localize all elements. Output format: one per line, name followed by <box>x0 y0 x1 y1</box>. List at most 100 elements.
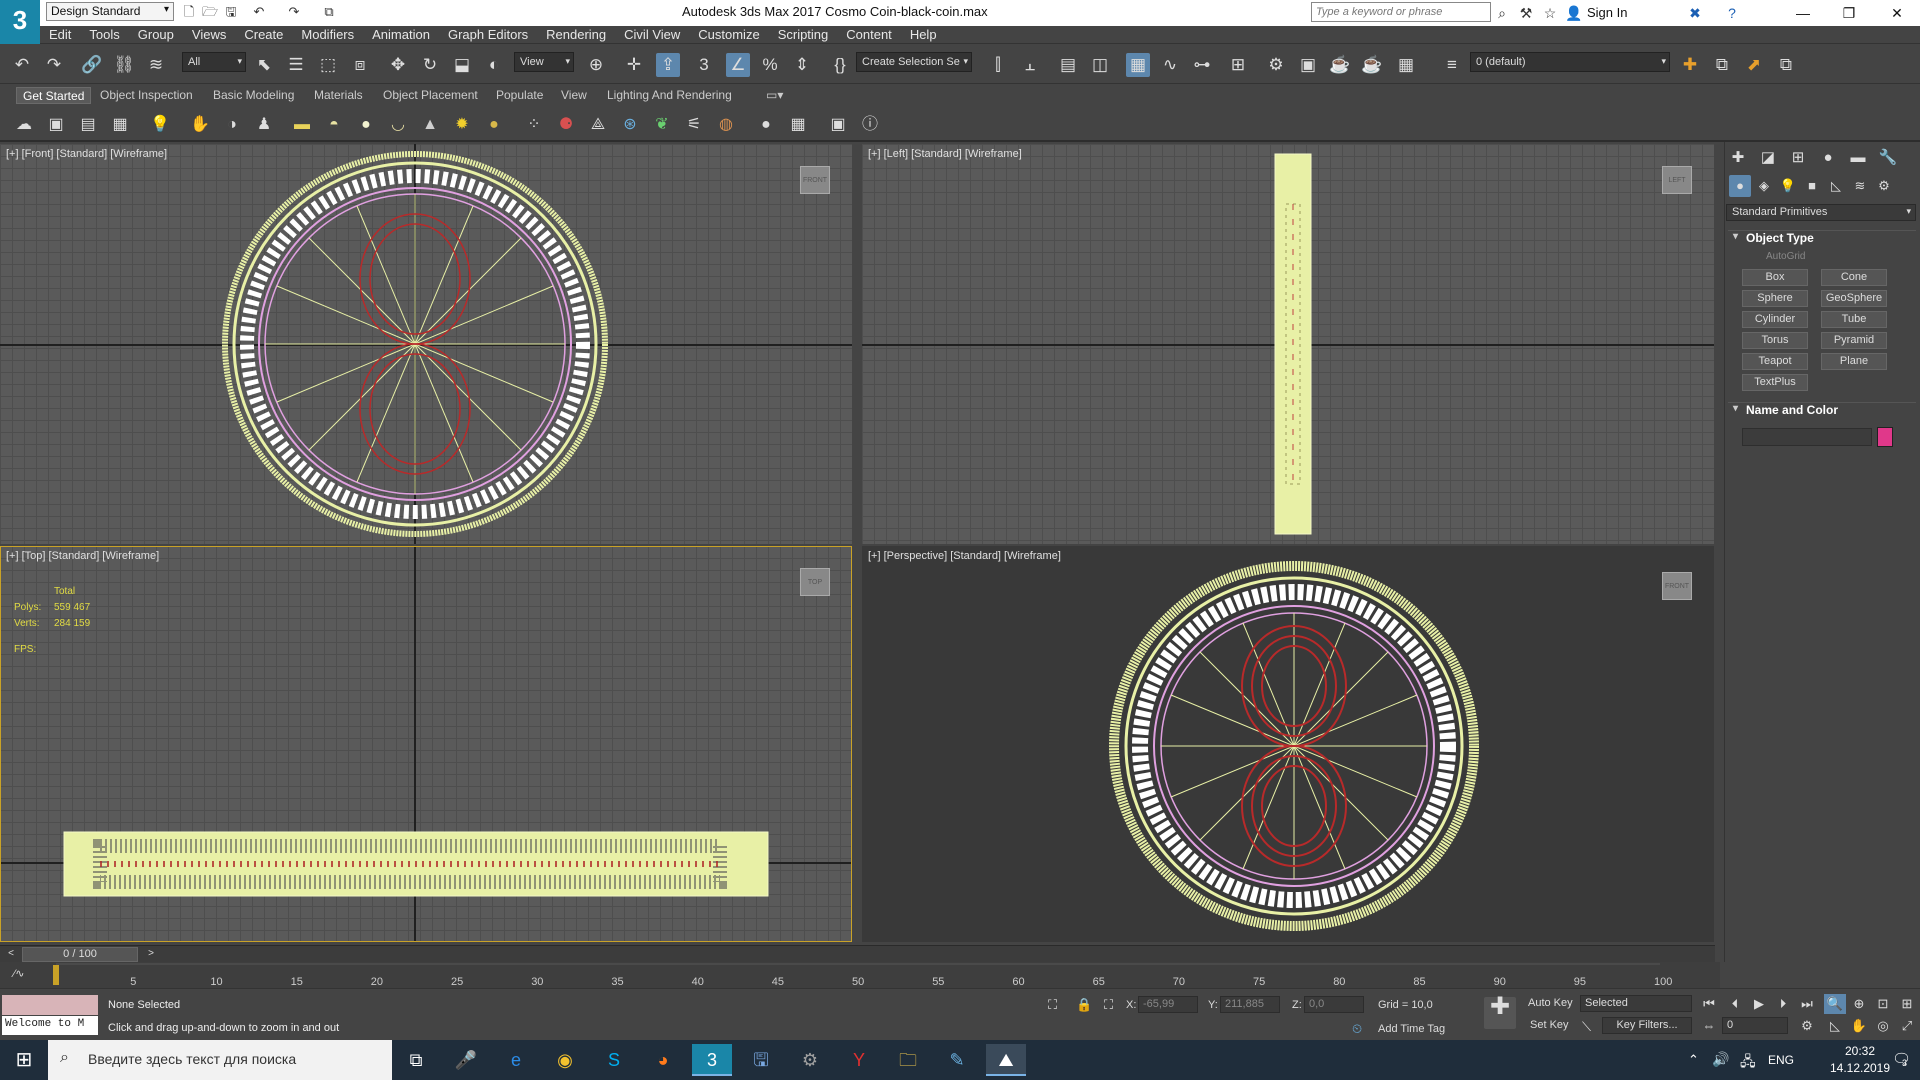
viewport-left[interactable]: [+] [Left] [Standard] [Wireframe] LEFT <box>862 144 1714 544</box>
scene-explorer-icon[interactable]: ▤ <box>1056 53 1080 77</box>
placement-icon[interactable]: ◐ <box>482 53 506 77</box>
viewport-top[interactable]: [+] [Top] [Standard] [Wireframe] TOP Tot… <box>0 546 852 942</box>
workspace-dropdown[interactable]: Design Standard <box>46 2 174 21</box>
time-tag-icon[interactable]: ⏲ <box>1352 1021 1362 1037</box>
menu-scripting[interactable]: Scripting <box>769 26 838 42</box>
photos-app-icon[interactable]: ⛰ <box>986 1044 1026 1076</box>
selection-filter-dropdown[interactable]: All <box>182 52 246 72</box>
material-editor-icon[interactable]: ⊞ <box>1226 53 1250 77</box>
ribbon-help-icon[interactable]: ⓘ <box>858 114 882 136</box>
menu-group[interactable]: Group <box>129 26 183 42</box>
rendered-frame-icon[interactable]: ▣ <box>1296 53 1320 77</box>
maximize-button[interactable]: ❐ <box>1826 0 1872 26</box>
bind-space-warp-icon[interactable]: ≋ <box>144 53 168 77</box>
name-and-color-rollout[interactable]: Name and Color <box>1728 402 1916 420</box>
search-input[interactable]: Type a keyword or phrase <box>1311 2 1491 22</box>
create-layer-icon[interactable]: ✚ <box>1678 53 1702 77</box>
rectangular-selection-icon[interactable]: ⬚ <box>316 53 340 77</box>
time-configuration-icon[interactable]: ⚙ <box>1796 1016 1818 1036</box>
keyboard-shortcut-toggle-icon[interactable]: ⇪ <box>656 53 680 77</box>
viewcube-top[interactable]: TOP <box>800 568 830 596</box>
object-type-rollout[interactable]: Object Type <box>1728 230 1916 248</box>
viewport-front[interactable]: [+] [Front] [Standard] [Wireframe] FRONT <box>0 144 852 544</box>
tab-materials[interactable]: Materials <box>308 87 369 104</box>
layer-dropdown[interactable]: 0 (default) <box>1470 52 1670 72</box>
play-icon[interactable]: ▶ <box>1748 994 1770 1014</box>
menu-content[interactable]: Content <box>837 26 901 42</box>
walkthrough-icon[interactable]: ♟ <box>252 114 276 136</box>
tab-view[interactable]: View <box>555 87 593 104</box>
tab-get-started[interactable]: Get Started <box>16 87 92 104</box>
windows-start-icon[interactable]: ⊞ <box>0 1040 48 1080</box>
set-key-plus-icon[interactable]: ✚ <box>1484 995 1516 1029</box>
key-mode-toggle-icon[interactable]: ⇔ <box>1698 1016 1720 1036</box>
isolate-selection-icon[interactable]: ⛶ <box>1048 997 1057 1013</box>
particles-icon[interactable]: ⁘ <box>522 114 546 136</box>
x-coordinate-field[interactable]: -65,99 <box>1138 996 1198 1013</box>
layer-explorer-icon[interactable]: ◫ <box>1088 53 1112 77</box>
favorites-star-icon[interactable]: ☆ <box>1540 3 1560 23</box>
time-slider[interactable]: 0 / 100 <box>22 947 138 962</box>
command-panel-icon[interactable]: ▦ <box>108 114 132 136</box>
zoom-extents-all-icon[interactable]: ⊞ <box>1896 994 1918 1014</box>
key-filter-icon[interactable]: ⟍ <box>1582 1019 1591 1035</box>
modify-tab-icon[interactable]: ◪ <box>1757 147 1779 169</box>
cylinder-button[interactable]: Cylinder <box>1742 311 1808 328</box>
set-key-button[interactable]: Set Key <box>1530 1019 1569 1031</box>
viewport-label-top[interactable]: [+] [Top] [Standard] [Wireframe] <box>6 550 159 562</box>
taskbar-search-box[interactable]: ⌕ Введите здесь текст для поиска <box>48 1040 392 1080</box>
create-tab-icon[interactable]: ✚ <box>1727 147 1749 169</box>
spreadsheet-icon[interactable]: ▦ <box>786 114 810 136</box>
layers-stack-icon[interactable]: ⧉ <box>1710 53 1734 77</box>
maximize-viewport-icon[interactable]: ⤢ <box>1896 1016 1918 1036</box>
undo-quick-icon[interactable]: ↶ <box>250 3 268 21</box>
menu-views[interactable]: Views <box>183 26 235 42</box>
render-gallery-icon[interactable]: ▦ <box>1394 53 1418 77</box>
help-icon[interactable]: ? <box>1722 3 1742 23</box>
go-to-start-icon[interactable]: ⏮ <box>1698 994 1720 1014</box>
menu-tools[interactable]: Tools <box>80 26 128 42</box>
systems-icon[interactable]: ⚙ <box>1873 175 1895 197</box>
dynamics-icon[interactable]: ⚈ <box>554 114 578 136</box>
menu-graph-editors[interactable]: Graph Editors <box>439 26 537 42</box>
curve-editor-icon[interactable]: ∿ <box>1158 53 1182 77</box>
sphere-button[interactable]: Sphere <box>1742 290 1808 307</box>
clock-time[interactable]: 20:32 <box>1822 1044 1898 1058</box>
exchange-apps-icon[interactable]: ✖ <box>1685 3 1705 23</box>
rotate-icon[interactable]: ↻ <box>418 53 442 77</box>
menu-help[interactable]: Help <box>901 26 946 42</box>
cameras-icon[interactable]: ■ <box>1801 175 1823 197</box>
tube-button[interactable]: Tube <box>1821 311 1887 328</box>
viewcube-perspective[interactable]: FRONT <box>1662 572 1692 600</box>
trackbar[interactable]: ⁄∿ 5 10 15 20 25 30 35 40 45 50 55 60 65 70 75 80 85 90 95… <box>0 962 1720 988</box>
spinner-snap-icon[interactable]: ⇕ <box>790 53 814 77</box>
pan-icon[interactable]: ✋ <box>188 114 212 136</box>
save-file-icon[interactable]: 🖫 <box>222 3 240 21</box>
sign-in-button[interactable]: Sign In <box>1587 5 1627 20</box>
autogrid-checkbox[interactable]: AutoGrid <box>1766 251 1805 262</box>
orbit-icon[interactable]: ◑ <box>220 114 244 136</box>
sun-icon[interactable]: ✹ <box>450 114 474 136</box>
3ds-max-taskbar-icon[interactable]: 3 <box>692 1044 732 1076</box>
project-folder-icon[interactable]: ⧉ <box>320 3 338 21</box>
textplus-button[interactable]: TextPlus <box>1742 374 1808 391</box>
viewport-label-front[interactable]: [+] [Front] [Standard] [Wireframe] <box>6 148 167 160</box>
angle-snap-icon[interactable]: ∠ <box>726 53 750 77</box>
tab-populate[interactable]: Populate <box>490 87 549 104</box>
menu-create[interactable]: Create <box>235 26 292 42</box>
hair-fur-icon[interactable]: ⚟ <box>682 114 706 136</box>
schematic-view-icon[interactable]: ⊶ <box>1190 53 1214 77</box>
cloth-icon[interactable]: ⟁ <box>586 114 610 136</box>
close-button[interactable]: ✕ <box>1874 0 1920 26</box>
previous-frame-icon[interactable]: ⏴ <box>1724 994 1746 1014</box>
edge-browser-icon[interactable]: e <box>496 1044 536 1076</box>
add-to-layer-icon[interactable]: ⬈ <box>1742 53 1766 77</box>
z-coordinate-field[interactable]: 0,0 <box>1304 996 1364 1013</box>
plane-button[interactable]: Plane <box>1821 353 1887 370</box>
pyramid-button[interactable]: Pyramid <box>1821 332 1887 349</box>
zoom-icon[interactable]: 🔍 <box>1824 994 1846 1014</box>
mic-app-icon[interactable]: 🎤 <box>446 1044 486 1076</box>
viewport-label-left[interactable]: [+] [Left] [Standard] [Wireframe] <box>868 148 1022 160</box>
dome-icon[interactable]: ◓ <box>322 114 346 136</box>
minimize-button[interactable]: — <box>1780 0 1826 26</box>
